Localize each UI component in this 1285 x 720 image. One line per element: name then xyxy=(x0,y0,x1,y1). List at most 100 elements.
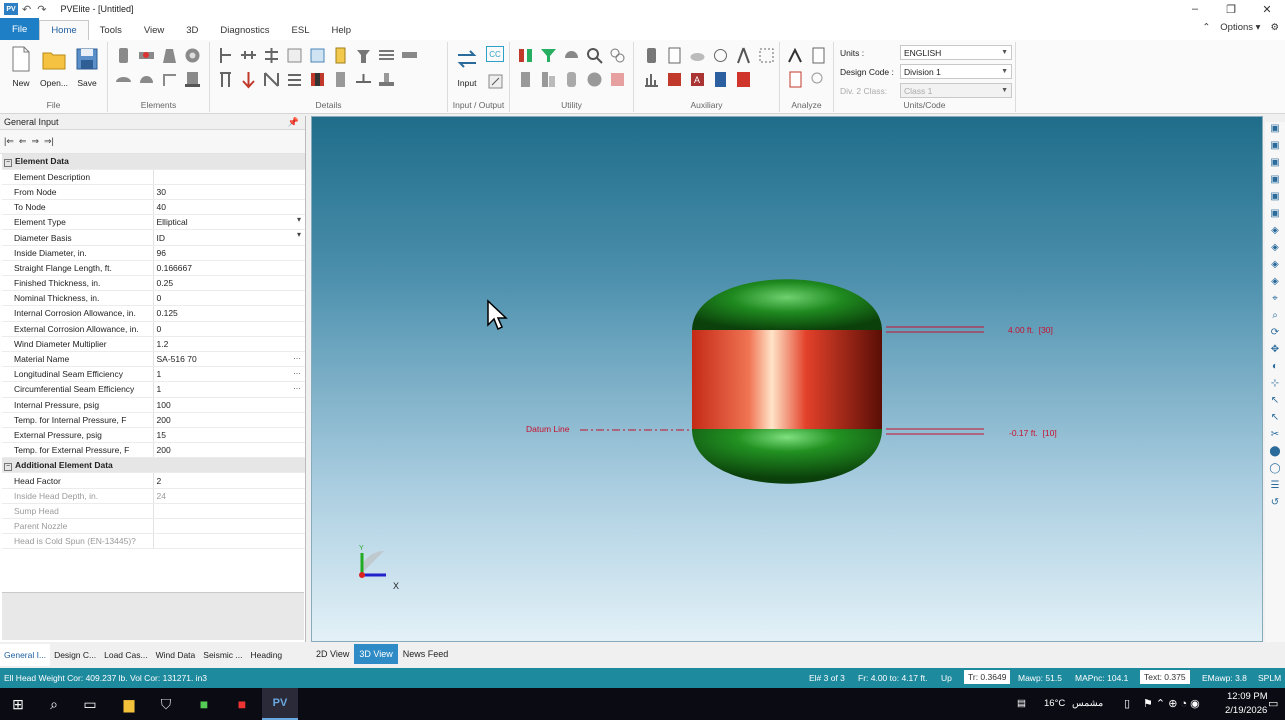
new-button[interactable]: New xyxy=(4,46,38,88)
access-icon[interactable]: A xyxy=(688,70,707,89)
view-iso-4-icon[interactable]: ◈ xyxy=(1269,275,1281,288)
property-row[interactable]: Head Factor 2 xyxy=(2,472,305,489)
property-value[interactable]: 0.166667 xyxy=(153,260,305,277)
insulation-icon[interactable] xyxy=(377,46,396,65)
property-row[interactable]: To Node 40 xyxy=(2,199,305,216)
cone-icon[interactable] xyxy=(160,46,179,65)
body-flange-icon[interactable] xyxy=(183,70,202,89)
clipboard-icon[interactable] xyxy=(757,46,776,65)
calculator-icon[interactable] xyxy=(711,70,730,89)
property-value[interactable]: 200 xyxy=(153,442,305,459)
cloud-icon[interactable] xyxy=(688,46,707,65)
property-value[interactable]: 96 xyxy=(153,245,305,261)
property-value[interactable]: 30 xyxy=(153,184,305,201)
dropdown-arrow-icon[interactable]: ▾ xyxy=(297,215,301,224)
property-row[interactable]: Internal Pressure, psig 100 xyxy=(2,397,305,413)
view-iso-icon[interactable]: ◈ xyxy=(1269,224,1281,237)
material-db-icon[interactable] xyxy=(642,46,661,65)
tab-heading[interactable]: Heading xyxy=(246,644,286,666)
property-row[interactable]: Element Description xyxy=(2,169,305,185)
stiffener-ring-icon[interactable] xyxy=(216,46,235,65)
property-row[interactable]: Material Name SA-516 70… xyxy=(2,351,305,368)
tab-file[interactable]: File xyxy=(0,18,40,40)
view-right-icon[interactable]: ▣ xyxy=(1269,207,1281,220)
minimize-button[interactable]: – xyxy=(1177,0,1213,18)
zoom-extents-icon[interactable]: ⌖ xyxy=(1269,292,1281,305)
last-element-icon[interactable]: ⇒| xyxy=(44,136,54,147)
property-row[interactable]: Nominal Thickness, in. 0 xyxy=(2,290,305,307)
pvelite-taskbar-icon[interactable]: PV xyxy=(262,688,298,720)
render-mode-icon[interactable]: ◐ xyxy=(1269,360,1281,373)
force-moment-icon[interactable] xyxy=(285,46,304,65)
flange-icon[interactable] xyxy=(183,46,202,65)
tab-load-cases[interactable]: Load Cas... xyxy=(100,644,151,666)
units-select[interactable]: ENGLISH ▼ xyxy=(900,45,1012,60)
welded-flat-icon[interactable] xyxy=(160,70,179,89)
cc-button[interactable]: CC xyxy=(486,46,504,62)
layers-icon[interactable]: ☰ xyxy=(1269,479,1281,492)
view-top-icon[interactable]: ▣ xyxy=(1269,156,1281,169)
split-icon[interactable] xyxy=(539,70,558,89)
tab-3d-view[interactable]: 3D View xyxy=(354,644,398,664)
undo-icon[interactable]: ↶ xyxy=(22,3,31,16)
view-left-icon[interactable]: ▣ xyxy=(1269,190,1281,203)
pdf-icon[interactable] xyxy=(734,70,753,89)
view-bottom-icon[interactable]: ▣ xyxy=(1269,173,1281,186)
windows-start-icon[interactable]: ⊞ xyxy=(0,688,36,720)
search-icon[interactable]: ⌕ xyxy=(36,688,72,720)
ellipse-head-icon[interactable] xyxy=(114,70,133,89)
chart-icon[interactable] xyxy=(642,70,661,89)
weather-temperature[interactable]: 16°C xyxy=(1044,698,1065,709)
view-iso-3-icon[interactable]: ◈ xyxy=(1269,258,1281,271)
color-icon[interactable]: ⬤ xyxy=(1269,445,1281,458)
rotate-icon[interactable] xyxy=(516,70,535,89)
property-row[interactable]: Temp. for External Pressure, F 200 xyxy=(2,442,305,459)
lining-icon[interactable] xyxy=(239,70,258,89)
clip-icon[interactable]: ✂ xyxy=(1269,428,1281,441)
measure-icon[interactable]: ⊹ xyxy=(1269,377,1281,390)
design-code-select[interactable]: Division 1 ▼ xyxy=(900,64,1012,79)
property-row[interactable]: From Node 30 xyxy=(2,184,305,201)
tab-news-feed[interactable]: News Feed xyxy=(398,644,454,664)
property-value[interactable]: 15 xyxy=(153,427,305,444)
torispherical-head-icon[interactable] xyxy=(137,70,156,89)
tab-seismic[interactable]: Seismic ... xyxy=(199,644,246,666)
property-value[interactable]: Elliptical ▾ xyxy=(153,214,305,231)
property-value[interactable]: ID ▾ xyxy=(153,229,305,246)
property-value[interactable]: 1… xyxy=(153,366,305,383)
pipe-icon[interactable] xyxy=(137,46,156,65)
property-row[interactable]: Element Type Elliptical ▾ xyxy=(2,214,305,231)
render-icon[interactable] xyxy=(608,70,627,89)
pan-icon[interactable]: ✥ xyxy=(1269,343,1281,356)
lifting-lug-icon[interactable] xyxy=(354,70,373,89)
leg-icon[interactable] xyxy=(216,70,235,89)
report-icon[interactable] xyxy=(665,70,684,89)
property-value[interactable]: 0 xyxy=(153,321,305,337)
widgets-icon[interactable]: ▤ xyxy=(1017,698,1026,709)
run-analysis-icon[interactable] xyxy=(786,46,805,65)
collapse-toggle-icon[interactable]: − xyxy=(4,462,12,471)
property-value[interactable]: 1.2 xyxy=(153,336,305,352)
orbit-icon[interactable]: ⟳ xyxy=(1269,326,1281,339)
view-front-icon[interactable]: ▣ xyxy=(1269,122,1281,135)
previous-element-icon[interactable]: ⇐ xyxy=(19,136,27,147)
property-row[interactable]: Parent Nozzle xyxy=(2,518,305,535)
review-report-icon[interactable] xyxy=(786,70,805,89)
property-value[interactable] xyxy=(153,169,305,185)
property-value[interactable]: 40 xyxy=(153,199,305,216)
maximize-button[interactable]: ❐ xyxy=(1213,0,1249,18)
input-button[interactable]: Input xyxy=(450,46,484,88)
pointer-icon[interactable]: ↖ xyxy=(1269,411,1281,424)
tab-view[interactable]: View xyxy=(133,20,175,40)
reset-icon[interactable]: ↺ xyxy=(1269,496,1281,509)
view-back-icon[interactable]: ▣ xyxy=(1269,139,1281,152)
section-header[interactable]: − Element Data xyxy=(2,154,305,170)
packing-icon[interactable] xyxy=(331,46,350,65)
next-element-icon[interactable]: ⇒ xyxy=(31,136,39,147)
transparency-icon[interactable]: ◯ xyxy=(1269,462,1281,475)
saddle-icon[interactable] xyxy=(285,70,304,89)
property-value[interactable]: 1… xyxy=(153,381,305,398)
halfpipe-icon[interactable] xyxy=(262,70,281,89)
tab-wind-data[interactable]: Wind Data xyxy=(152,644,200,666)
fluid-icon[interactable] xyxy=(308,70,327,89)
